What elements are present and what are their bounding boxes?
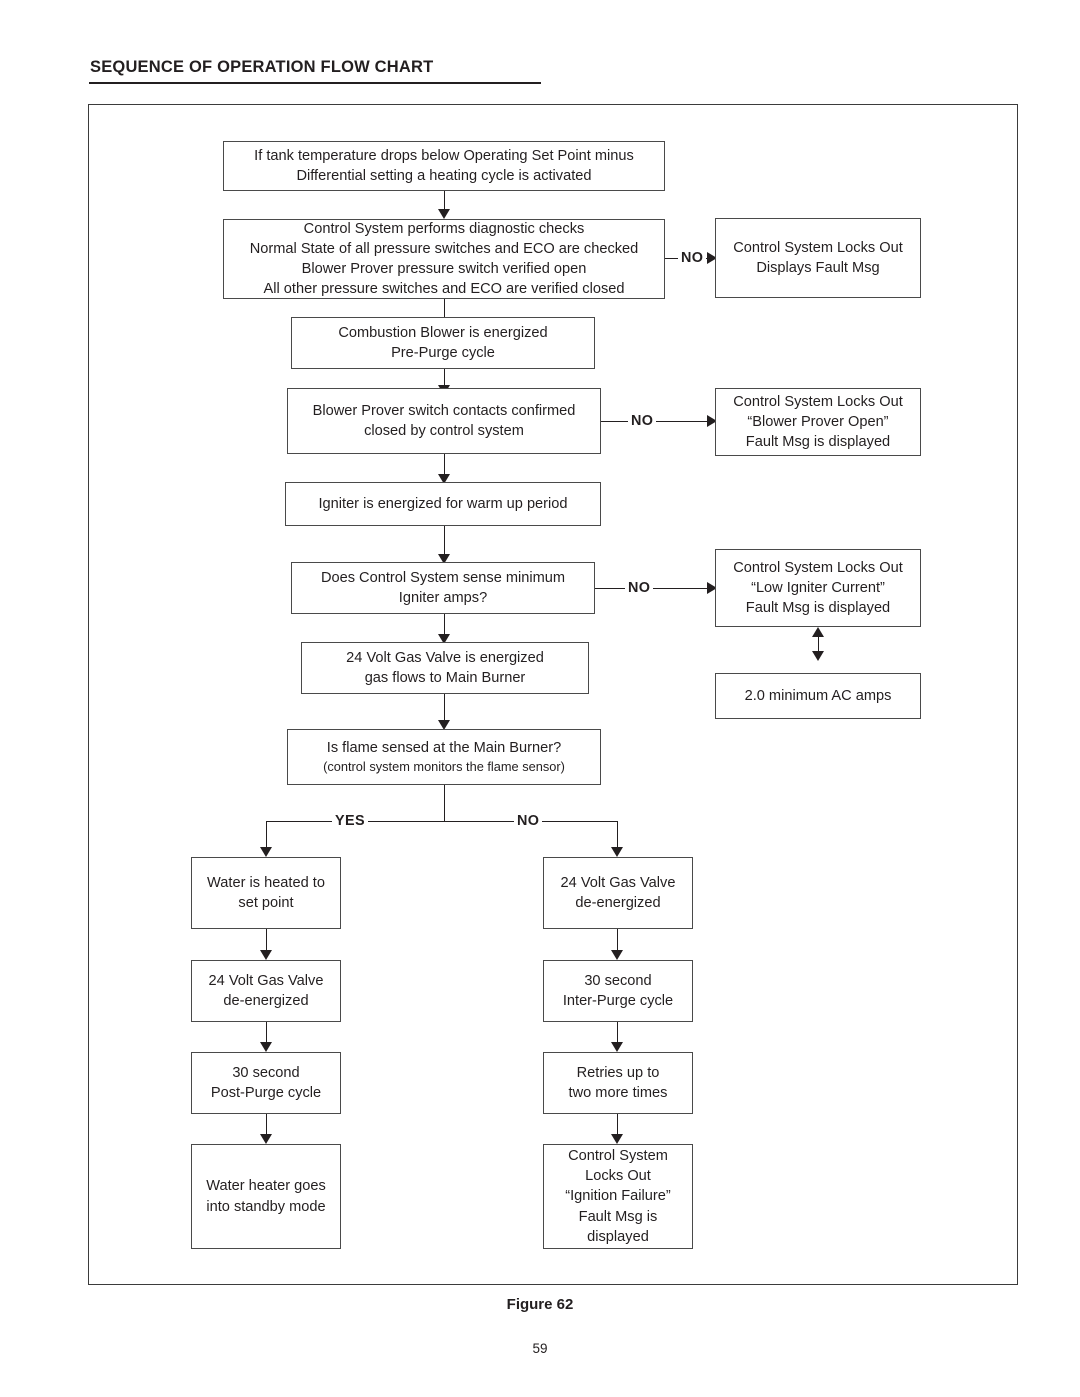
node-gas-valve-energized: 24 Volt Gas Valve is energized gas flows… (301, 642, 589, 694)
node-igniter-amps-check: Does Control System sense minimum Ignite… (291, 562, 595, 614)
node-flame-sense-line2: (control system monitors the flame senso… (323, 759, 565, 775)
node-lockout-generic-line2: Displays Fault Msg (756, 260, 880, 276)
page-title: SEQUENCE OF OPERATION FLOW CHART (90, 58, 434, 76)
edge-label-no-diagnostics: NO (678, 251, 707, 265)
node-lockout-igniter: Control System Locks Out “Low Igniter Cu… (715, 549, 921, 627)
connector-igniter-no-right (653, 588, 711, 589)
node-lockout-prover-line1: Control System Locks Out (733, 393, 903, 410)
title-underline-rule (89, 82, 541, 84)
node-trigger-line2: Differential setting a heating cycle is … (296, 168, 592, 184)
node-flame-sense-line1: Is flame sensed at the Main Burner? (326, 740, 562, 757)
page-number: 59 (532, 1341, 548, 1356)
node-lockout-igniter-line3: Fault Msg is displayed (745, 600, 891, 617)
node-gas-valve-deenergized-no: 24 Volt Gas Valve de-energized (543, 857, 693, 929)
node-post-purge-line2: Post-Purge cycle (210, 1085, 322, 1101)
node-inter-purge-line2: Inter-Purge cycle (562, 993, 674, 1009)
node-lockout-prover-line2: “Blower Prover Open” (747, 413, 889, 430)
node-blower-energized-line2: Pre-Purge cycle (391, 345, 495, 361)
node-diagnostics-line1: Control System performs diagnostic check… (303, 220, 585, 237)
arrowhead-gas-valve-no-to-inter-purge (611, 950, 623, 960)
node-flame-sense: Is flame sensed at the Main Burner? (con… (287, 729, 601, 785)
node-lockout-igniter-line2: “Low Igniter Current” (751, 579, 885, 596)
arrowhead-retries-to-lockout-ignition (611, 1134, 623, 1144)
node-prover-confirm-line2: closed by control system (364, 423, 524, 439)
node-lockout-prover: Control System Locks Out “Blower Prover … (715, 388, 921, 456)
node-trigger: If tank temperature drops below Operatin… (223, 141, 665, 191)
node-blower-energized: Combustion Blower is energized Pre-Purge… (291, 317, 595, 369)
node-standby-line1: Water heater goes (206, 1178, 326, 1195)
node-post-purge: 30 second Post-Purge cycle (191, 1052, 341, 1114)
node-lockout-generic-line1: Control System Locks Out (733, 239, 903, 256)
node-standby-line2: into standby mode (206, 1198, 326, 1215)
connector-prover-no-left (601, 421, 630, 422)
node-prover-confirm-line1: Blower Prover switch contacts confirmed (312, 402, 576, 419)
edge-label-yes-flame: YES (332, 814, 368, 828)
node-retries: Retries up to two more times (543, 1052, 693, 1114)
node-gas-valve-deenergized-no-line2: de-energized (575, 895, 661, 911)
node-diagnostics-line3: Blower Prover pressure switch verified o… (301, 261, 587, 277)
node-inter-purge: 30 second Inter-Purge cycle (543, 960, 693, 1022)
node-igniter-amps-check-line2: Igniter amps? (398, 590, 488, 606)
connector-prover-no-right (656, 421, 711, 422)
node-lockout-ignition-failure-line4: Fault Msg is (578, 1208, 658, 1225)
node-blower-energized-line1: Combustion Blower is energized (338, 324, 548, 341)
node-retries-line2: two more times (568, 1085, 668, 1101)
node-lockout-ignition-failure-line2: Locks Out (585, 1168, 651, 1185)
arrowhead-no-to-gas-valve-deenergized (611, 847, 623, 857)
node-gas-valve-deenergized-no-line1: 24 Volt Gas Valve (560, 874, 676, 891)
node-retries-line1: Retries up to (576, 1064, 660, 1081)
node-lockout-prover-line3: Fault Msg is displayed (745, 434, 891, 451)
arrowhead-yes-to-water-heated (260, 847, 272, 857)
node-diagnostics-line2: Normal State of all pressure switches an… (249, 240, 639, 257)
flowchart-frame: If tank temperature drops below Operatin… (88, 104, 1018, 1285)
node-lockout-ignition-failure: Control System Locks Out “Ignition Failu… (543, 1144, 693, 1249)
node-gas-valve-energized-line1: 24 Volt Gas Valve is energized (346, 649, 544, 666)
node-prover-confirm: Blower Prover switch contacts confirmed … (287, 388, 601, 454)
node-diagnostics-line4: All other pressure switches and ECO are … (263, 281, 625, 298)
edge-label-no-prover: NO (628, 414, 657, 428)
node-lockout-generic: Control System Locks Out Displays Fault … (715, 218, 921, 298)
arrowhead-inter-purge-to-retries (611, 1042, 623, 1052)
node-water-heated-line2: set point (238, 895, 294, 911)
arrowhead-down-min-amps (812, 651, 824, 661)
node-gas-valve-deenergized-yes-line2: de-energized (223, 993, 309, 1009)
node-lockout-igniter-line1: Control System Locks Out (733, 559, 903, 576)
arrowhead-gas-valve-off-to-post-purge (260, 1042, 272, 1052)
node-lockout-ignition-failure-line5: displayed (587, 1228, 649, 1245)
node-gas-valve-energized-line2: gas flows to Main Burner (364, 670, 526, 686)
arrowhead-water-heated-to-gas-valve-off (260, 950, 272, 960)
node-water-heated-line1: Water is heated to (207, 874, 325, 891)
node-water-heated: Water is heated to set point (191, 857, 341, 929)
connector-diagnostics-no-left (665, 258, 679, 259)
arrowhead-post-purge-to-standby (260, 1134, 272, 1144)
figure-caption: Figure 62 (506, 1296, 574, 1313)
node-standby: Water heater goes into standby mode (191, 1144, 341, 1249)
connector-flame-sense-branch-bar (266, 821, 618, 822)
node-min-amps-line1: 2.0 minimum AC amps (744, 687, 892, 704)
node-lockout-ignition-failure-line3: “Ignition Failure” (565, 1188, 671, 1205)
connector-flame-sense-stem (444, 785, 445, 821)
node-igniter-amps-check-line1: Does Control System sense minimum (320, 569, 566, 586)
edge-label-no-igniter: NO (625, 581, 654, 595)
arrowhead-trigger-to-diagnostics (438, 209, 450, 219)
node-min-amps: 2.0 minimum AC amps (715, 673, 921, 719)
node-diagnostics: Control System performs diagnostic check… (223, 219, 665, 299)
node-trigger-line1: If tank temperature drops below Operatin… (254, 147, 634, 164)
node-gas-valve-deenergized-yes-line1: 24 Volt Gas Valve (208, 972, 324, 989)
node-igniter-warmup: Igniter is energized for warm up period (285, 482, 601, 526)
edge-label-no-flame: NO (514, 814, 543, 828)
connector-igniter-no-left (595, 588, 626, 589)
node-lockout-ignition-failure-line1: Control System (568, 1148, 668, 1165)
node-gas-valve-deenergized-yes: 24 Volt Gas Valve de-energized (191, 960, 341, 1022)
node-igniter-warmup-line1: Igniter is energized for warm up period (318, 495, 568, 512)
arrowhead-up-min-amps (812, 627, 824, 637)
node-inter-purge-line1: 30 second (584, 972, 652, 989)
node-post-purge-line1: 30 second (232, 1064, 300, 1081)
